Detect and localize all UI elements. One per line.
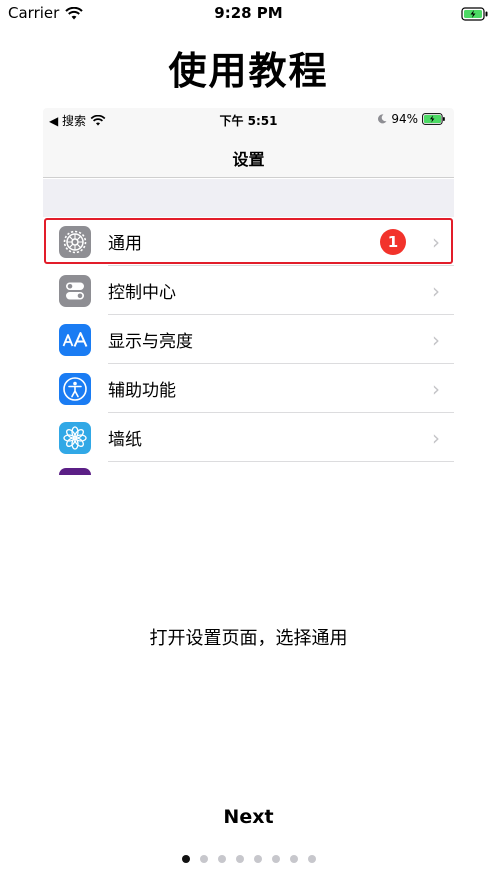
toggle-icon [59,275,91,307]
inner-status-right: 94% [377,112,446,126]
chevron-right-icon: › [432,327,440,352]
accessibility-icon [59,373,91,405]
highlight-frame [44,218,453,264]
settings-header: ◀ 搜索 下午 5:51 94% 设置 [43,108,454,178]
chevron-right-icon: › [432,278,440,303]
settings-row-display[interactable]: 显示与亮度 › [43,315,454,364]
page-dot[interactable] [289,855,298,863]
settings-row-control-center[interactable]: 控制中心 › [43,266,454,315]
page-dot[interactable] [253,855,262,863]
page-dot[interactable] [199,855,208,863]
settings-row-label: 显示与亮度 [108,332,193,352]
settings-list: 通用 1 › 控制中心 › 显示与亮度 › 辅助功能 › 墙纸 › [43,217,454,462]
moon-icon [378,114,387,124]
partial-row-icon [59,468,91,475]
settings-row-wallpaper[interactable]: 墙纸 › [43,413,454,462]
chevron-right-icon: › [432,376,440,401]
page-dot[interactable] [307,855,316,863]
settings-title: 设置 [232,150,265,169]
inner-battery-icon [422,113,445,125]
page-dot[interactable] [271,855,280,863]
next-button-wrap: Next [0,806,497,828]
settings-row-accessibility[interactable]: 辅助功能 › [43,364,454,413]
page-dot[interactable] [235,855,244,863]
settings-row-label: 辅助功能 [108,381,176,401]
step-caption: 打开设置页面，选择通用 [149,628,348,649]
page-dot[interactable] [181,855,190,863]
settings-row-label: 墙纸 [108,430,142,450]
chevron-right-icon: › [432,425,440,450]
status-time: 9:28 PM [214,4,283,22]
flower-icon [59,422,91,454]
tutorial-screenshot: ◀ 搜索 下午 5:51 94% 设置 通用 1 › 控制中心 › 显示与亮度 … [43,108,454,475]
settings-row-general[interactable]: 通用 1 › [43,217,454,266]
inner-status-bar: ◀ 搜索 下午 5:51 94% [43,112,454,128]
next-button[interactable]: Next [223,806,273,828]
section-spacer [43,179,454,217]
battery-icon [461,6,489,25]
page-indicator[interactable] [0,855,497,863]
row-divider [108,461,454,462]
settings-row-label: 控制中心 [108,283,176,303]
page-dot[interactable] [217,855,226,863]
status-bar: Carrier 9:28 PM [0,0,497,28]
text-size-icon [59,324,91,356]
inner-battery-percent: 94% [391,112,418,126]
page-title: 使用教程 [168,49,329,93]
